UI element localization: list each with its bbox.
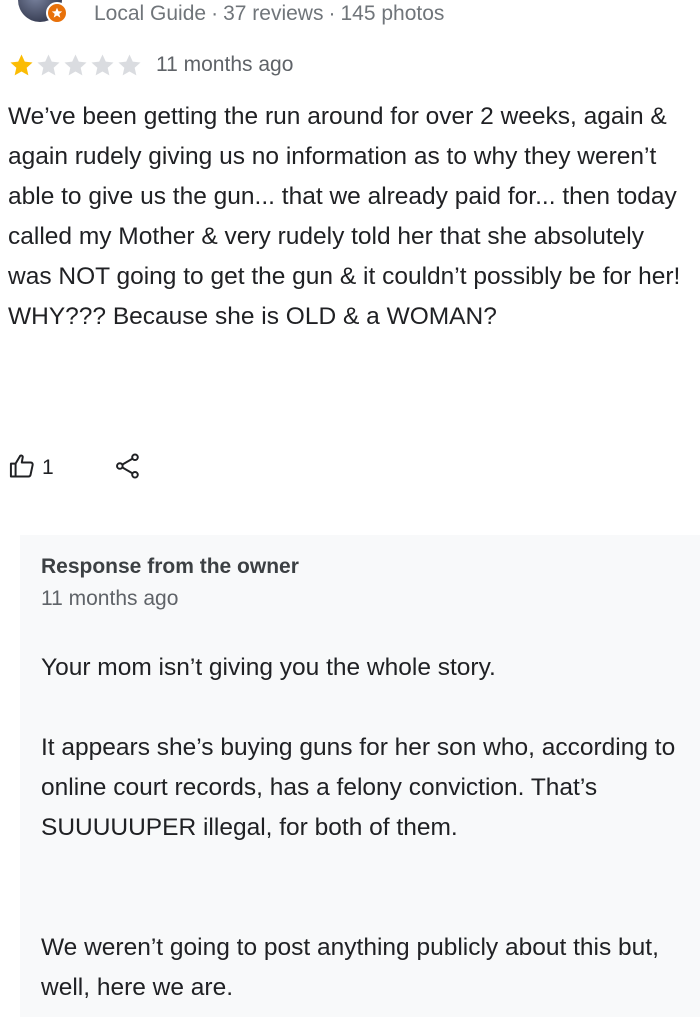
star-rating: [8, 52, 143, 79]
response-title: Response from the owner: [41, 555, 299, 578]
reviewer-review-count: 37 reviews: [223, 2, 324, 25]
like-button[interactable]: 1: [8, 452, 54, 485]
rating-row: 11 months ago: [8, 50, 293, 80]
thumbs-up-icon: [8, 452, 36, 485]
star-empty-icon: [118, 53, 141, 75]
response-paragraph: Your mom isn’t giving you the whole stor…: [41, 654, 496, 681]
reviewer-level: Local Guide: [94, 2, 207, 25]
meta-separator: ·: [211, 2, 219, 25]
response-paragraph: It appears she’s buying guns for her son…: [41, 734, 676, 841]
local-guide-badge-icon: [46, 2, 68, 24]
review-text: We’ve been getting the run around for ov…: [8, 103, 681, 330]
star-empty-icon: [64, 53, 87, 75]
owner-response: Response from the owner 11 months ago Yo…: [20, 535, 700, 1017]
review-time: 11 months ago: [156, 53, 294, 76]
meta-separator: ·: [328, 2, 336, 25]
star-filled-icon: [10, 53, 33, 75]
response-paragraph: We weren’t going to post anything public…: [41, 934, 659, 1001]
star-empty-icon: [37, 53, 60, 75]
reviewer-photo-count: 145 photos: [340, 2, 445, 25]
reviewer-meta: Local Guide · 37 reviews · 145 photos: [94, 2, 444, 26]
share-button[interactable]: [114, 452, 142, 485]
star-empty-icon: [91, 53, 114, 75]
review-actions: 1: [8, 448, 142, 488]
share-icon: [114, 452, 142, 485]
response-time: 11 months ago: [41, 587, 179, 610]
reviewer-header: Local Guide · 37 reviews · 145 photos: [0, 0, 700, 32]
like-count: 1: [42, 456, 54, 479]
